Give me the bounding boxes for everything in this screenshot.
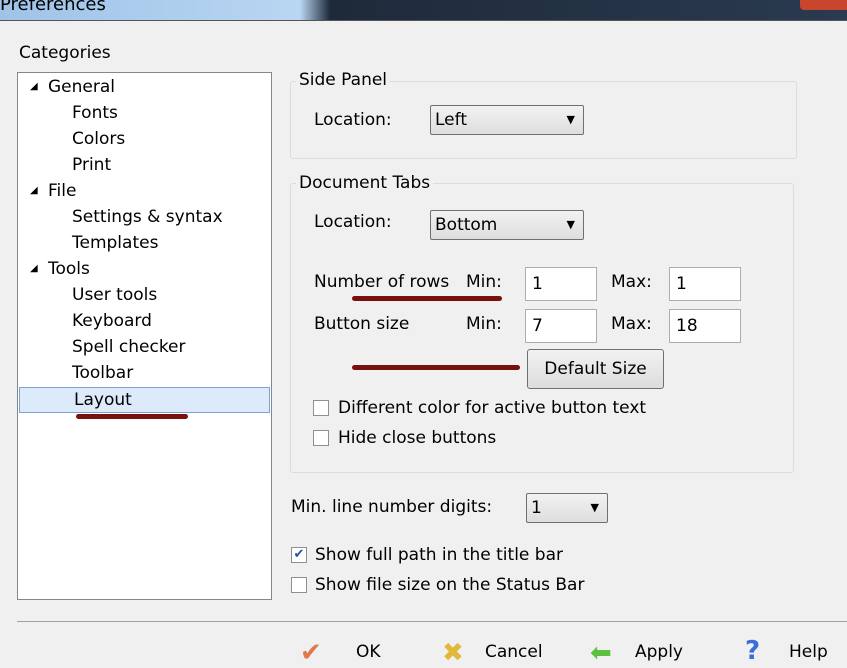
expand-triangle-icon[interactable]: ◢: [30, 75, 38, 99]
show-file-size-checkbox[interactable]: [291, 577, 307, 593]
hide-close-checkbox[interactable]: [313, 430, 329, 446]
ok-label: OK: [356, 642, 381, 662]
tree-item[interactable]: ◢ Tools: [18, 257, 271, 281]
rows-max-label: Max:: [611, 272, 652, 292]
categories-tree[interactable]: ◢ General Fonts Colors Print ◢ File Settings & …: [17, 72, 272, 600]
tree-item[interactable]: Print: [18, 153, 271, 177]
show-full-path-checkbox[interactable]: ✔: [291, 547, 307, 563]
title-bar: [0, 0, 847, 21]
check-icon: ✔: [300, 638, 322, 668]
tree-item-label: Settings & syntax: [72, 207, 223, 227]
size-max-label: Max:: [611, 314, 652, 334]
expand-triangle-icon[interactable]: ◢: [30, 257, 38, 281]
window-title: Preferences: [0, 0, 106, 15]
side-location-label: Location:: [314, 110, 392, 130]
line-digits-label: Min. line number digits:: [291, 497, 493, 517]
tree-item-label: Spell checker: [72, 337, 186, 357]
tree-item[interactable]: Templates: [18, 231, 271, 255]
tree-item[interactable]: Colors: [18, 127, 271, 151]
button-size-label: Button size: [314, 314, 410, 334]
tabs-location-label: Location:: [314, 212, 392, 232]
tree-item-label: Toolbar: [72, 363, 134, 383]
rows-min-label: Min:: [466, 272, 502, 292]
apply-label: Apply: [635, 642, 683, 662]
tree-item-label: User tools: [72, 285, 158, 305]
tree-item-label: Fonts: [72, 103, 118, 123]
size-min-input[interactable]: 7: [525, 309, 597, 343]
tree-item[interactable]: Toolbar: [18, 361, 271, 385]
tabs-location-value: Bottom: [435, 215, 498, 235]
size-min-label: Min:: [466, 314, 502, 334]
tabs-location-select[interactable]: Bottom ▼: [430, 210, 584, 240]
default-size-button[interactable]: Default Size: [527, 349, 664, 389]
line-digits-value: 1: [531, 498, 542, 518]
size-max-input[interactable]: 18: [669, 309, 741, 343]
tree-item-label: Templates: [72, 233, 159, 253]
divider: [17, 621, 847, 622]
close-button[interactable]: [800, 0, 847, 10]
diff-color-checkbox[interactable]: [313, 400, 329, 416]
chevron-down-icon: ▼: [566, 218, 575, 231]
arrow-left-icon: ⬅: [590, 638, 612, 668]
check-icon: ✔: [293, 547, 305, 562]
tree-item-label: File: [48, 181, 77, 201]
diff-color-label: Different color for active button text: [338, 398, 647, 418]
hide-close-label: Hide close buttons: [338, 428, 497, 448]
tree-item-label: Colors: [72, 129, 126, 149]
categories-label: Categories: [19, 43, 111, 63]
side-location-select[interactable]: Left ▼: [430, 105, 584, 135]
help-button[interactable]: ? Help: [745, 636, 828, 666]
cancel-button[interactable]: ✖ Cancel: [442, 638, 543, 668]
tree-item-label: Tools: [48, 259, 90, 279]
tree-item[interactable]: Settings & syntax: [18, 205, 271, 229]
annotation-underline: [352, 365, 520, 370]
x-icon: ✖: [442, 638, 464, 668]
rows-label: Number of rows: [314, 272, 450, 292]
annotation-underline: [76, 414, 188, 419]
tree-item-label: Keyboard: [72, 311, 152, 331]
line-digits-select[interactable]: 1 ▼: [526, 493, 608, 523]
show-full-path-label: Show full path in the title bar: [315, 545, 563, 565]
tree-item-label: Layout: [74, 390, 132, 410]
ok-button[interactable]: ✔ OK: [300, 638, 381, 668]
tree-item[interactable]: Spell checker: [18, 335, 271, 359]
side-panel-title: Side Panel: [296, 70, 391, 90]
document-tabs-title: Document Tabs: [296, 173, 434, 193]
tree-item[interactable]: Fonts: [18, 101, 271, 125]
rows-min-input[interactable]: 1: [525, 267, 597, 301]
chevron-down-icon: ▼: [590, 501, 599, 514]
help-label: Help: [789, 642, 828, 662]
rows-max-input[interactable]: 1: [669, 267, 741, 301]
chevron-down-icon: ▼: [566, 113, 575, 126]
expand-triangle-icon[interactable]: ◢: [30, 179, 38, 203]
help-icon: ?: [745, 636, 761, 666]
tree-item[interactable]: Layout: [19, 387, 270, 413]
tree-item[interactable]: Keyboard: [18, 309, 271, 333]
side-location-value: Left: [435, 110, 467, 130]
show-file-size-label: Show file size on the Status Bar: [315, 575, 585, 595]
tree-item[interactable]: ◢ General: [18, 75, 271, 99]
tree-item-label: General: [48, 77, 115, 97]
cancel-label: Cancel: [485, 642, 543, 662]
tree-item[interactable]: ◢ File: [18, 179, 271, 203]
annotation-underline: [352, 296, 502, 301]
tree-item[interactable]: User tools: [18, 283, 271, 307]
apply-button[interactable]: ⬅ Apply: [590, 638, 683, 668]
tree-item-label: Print: [72, 155, 112, 175]
